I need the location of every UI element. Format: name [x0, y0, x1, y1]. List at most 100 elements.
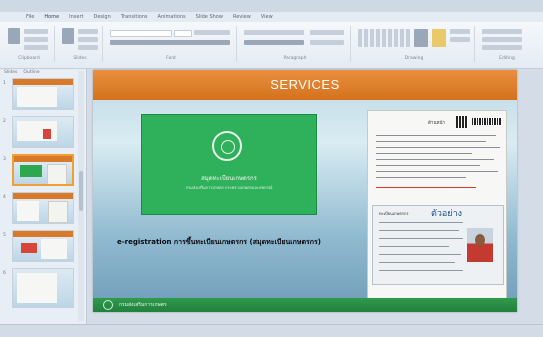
status-bar: [0, 324, 543, 337]
slide-caption[interactable]: e-registration การขึ้นทะเบียนเกษตรกร (สม…: [117, 237, 321, 248]
sample-id-card: ทะเบียนเกษตรกร ตัวอย่าง: [372, 205, 504, 285]
slide-thumbnail[interactable]: [12, 268, 74, 308]
text-direction-button[interactable]: [310, 30, 344, 35]
arrange-button[interactable]: [414, 29, 428, 47]
doc-text-line: [376, 147, 500, 149]
ribbon-tab-bar: File Home Insert Design Transitions Anim…: [0, 12, 543, 22]
thumb-image: [43, 129, 51, 139]
tab-file[interactable]: File: [26, 12, 34, 22]
document-header: ด้านหน้า: [428, 121, 446, 126]
group-label-slides: Slides: [73, 56, 87, 61]
shape-fill-button[interactable]: [450, 29, 470, 34]
font-grow-shrink-buttons[interactable]: [194, 30, 230, 35]
ribbon-group-clipboard: Clipboard: [4, 26, 55, 62]
replace-button[interactable]: [482, 37, 522, 42]
new-slide-button[interactable]: [62, 28, 74, 44]
doc-text-line: [376, 141, 486, 143]
thumb-content: [17, 273, 57, 303]
scrollbar-thumb[interactable]: [79, 171, 83, 211]
tab-design[interactable]: Design: [93, 12, 110, 22]
doc-text-line: [376, 153, 472, 155]
group-label-clipboard: Clipboard: [18, 56, 40, 61]
thumbnail-number: 3: [3, 157, 6, 162]
ribbon-group-slides: Slides: [58, 26, 103, 62]
slide-thumbnail[interactable]: [12, 192, 74, 224]
thumb-image: [21, 243, 37, 253]
quick-styles-button[interactable]: [432, 29, 446, 47]
tab-view[interactable]: View: [261, 12, 273, 22]
thumb-document: [47, 164, 67, 184]
department-logo-icon: [103, 300, 113, 310]
copy-button[interactable]: [24, 37, 48, 42]
list-buttons[interactable]: [244, 30, 304, 35]
thumbnail-scrollbar[interactable]: [78, 71, 84, 321]
thumb-content: [41, 239, 67, 259]
doc-text-line: [376, 177, 466, 179]
layout-button[interactable]: [78, 29, 98, 34]
find-button[interactable]: [482, 29, 522, 34]
slide-thumbnail[interactable]: [12, 230, 74, 262]
format-painter-button[interactable]: [24, 45, 48, 50]
slide-title[interactable]: SERVICES: [93, 70, 517, 100]
tab-transitions[interactable]: Transitions: [121, 12, 148, 22]
select-button[interactable]: [482, 45, 522, 50]
shape-outline-button[interactable]: [450, 37, 470, 42]
applicant-photo: [467, 228, 493, 262]
group-label-editing: Editing: [499, 56, 515, 61]
font-family-select[interactable]: [110, 30, 172, 37]
farmer-registration-book-image[interactable]: สมุดทะเบียนเกษตรกร กรมส่งเสริมการเกษตร ก…: [141, 114, 317, 215]
font-size-select[interactable]: [174, 30, 192, 37]
reset-button[interactable]: [78, 37, 98, 42]
tab-animations[interactable]: Animations: [158, 12, 186, 22]
convert-to-smartart-button[interactable]: [310, 40, 344, 45]
card-field-line: [379, 246, 449, 247]
card-field-line: [379, 222, 463, 223]
card-header: ทะเบียนเกษตรกร: [379, 211, 409, 216]
ribbon-group-editing: Editing: [478, 26, 536, 62]
slide-thumbnail-selected[interactable]: [12, 154, 74, 186]
thumbnail-number: 4: [3, 195, 6, 200]
slide-thumbnail-panel: Slides Outline 1 2 3 4 5 6: [0, 69, 87, 324]
group-label-paragraph: Paragraph: [283, 56, 307, 61]
emblem-icon: [212, 131, 242, 161]
qr-code-icon: [456, 116, 468, 128]
photo-face: [475, 234, 485, 246]
thumbnail-number: 5: [3, 233, 6, 238]
font-style-buttons[interactable]: [110, 40, 230, 45]
ribbon-toolbar: Clipboard Slides Font Paragraph Drawing …: [0, 22, 543, 69]
tab-review[interactable]: Review: [233, 12, 251, 22]
registration-document-image[interactable]: ด้านหน้า ทะเบียนเกษตรกร ตัวอย่าง: [367, 110, 507, 306]
group-label-font: Font: [166, 56, 176, 61]
doc-text-line: [376, 171, 498, 173]
cut-button[interactable]: [24, 29, 48, 34]
tab-slides[interactable]: Slides: [4, 70, 17, 75]
section-button[interactable]: [78, 45, 98, 50]
ribbon-group-drawing: Drawing: [354, 26, 475, 62]
slide-thumbnail[interactable]: [12, 78, 74, 110]
shapes-gallery[interactable]: [358, 29, 410, 47]
paste-button[interactable]: [8, 28, 20, 44]
card-field-line: [379, 230, 459, 231]
book-title: สมุดทะเบียนเกษตรกร: [201, 175, 257, 182]
thumbnail-number: 2: [3, 119, 6, 124]
tab-slide-show[interactable]: Slide Show: [196, 12, 223, 22]
doc-text-line: [376, 159, 494, 161]
tab-outline[interactable]: Outline: [23, 70, 39, 75]
tab-home[interactable]: Home: [44, 12, 59, 22]
tab-insert[interactable]: Insert: [69, 12, 83, 22]
thumb-content: [17, 87, 57, 107]
current-slide[interactable]: SERVICES สมุดทะเบียนเกษตรกร กรมส่งเสริมก…: [93, 70, 517, 312]
thumb-document: [48, 201, 68, 223]
sample-watermark: ตัวอย่าง: [431, 209, 463, 219]
presentation-app-window: File Home Insert Design Transitions Anim…: [0, 0, 543, 337]
card-field-line: [379, 254, 461, 255]
slide-thumbnail[interactable]: [12, 116, 74, 148]
thumb-content: [17, 201, 39, 221]
doc-text-line: [376, 135, 496, 137]
slide-footer-bar: กรมส่งเสริมการเกษตร: [93, 298, 517, 312]
thumb-content: [17, 121, 57, 141]
thumbnail-number: 1: [3, 81, 6, 86]
footer-text: กรมส่งเสริมการเกษตร: [119, 302, 167, 308]
barcode-icon: [472, 118, 502, 125]
alignment-buttons[interactable]: [244, 40, 304, 45]
